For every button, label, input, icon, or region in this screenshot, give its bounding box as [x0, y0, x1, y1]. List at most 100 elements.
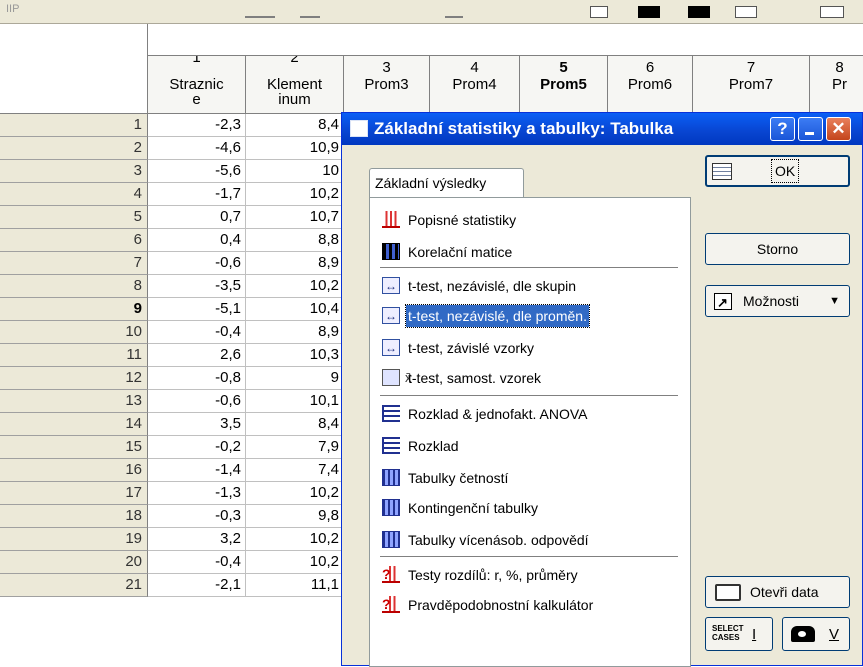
- table-cell[interactable]: 2,6: [148, 344, 246, 367]
- list-item[interactable]: Korelační matice: [380, 237, 678, 267]
- list-item[interactable]: t-test, nezávislé, dle skupin: [380, 271, 678, 301]
- row-header[interactable]: 15: [0, 436, 148, 459]
- row-header[interactable]: 7: [0, 252, 148, 275]
- row-header[interactable]: 19: [0, 528, 148, 551]
- table-cell[interactable]: -5,1: [148, 298, 246, 321]
- table-cell[interactable]: 9: [246, 367, 344, 390]
- row-header[interactable]: 9: [0, 298, 148, 321]
- row-header[interactable]: 14: [0, 413, 148, 436]
- row-header[interactable]: 12: [0, 367, 148, 390]
- dialog-titlebar[interactable]: Základní statistiky a tabulky: Tabulka ?…: [342, 113, 862, 145]
- toolbar-button[interactable]: [688, 6, 710, 18]
- list-item[interactable]: Tabulky četností: [380, 463, 678, 493]
- table-cell[interactable]: -3,5: [148, 275, 246, 298]
- row-header[interactable]: 8: [0, 275, 148, 298]
- table-cell[interactable]: -0,6: [148, 390, 246, 413]
- table-cell[interactable]: 9,8: [246, 505, 344, 528]
- table-cell[interactable]: 10,2: [246, 551, 344, 574]
- row-header[interactable]: 16: [0, 459, 148, 482]
- open-data-button[interactable]: Otevři data: [705, 576, 850, 608]
- close-button[interactable]: ✕: [826, 117, 851, 141]
- column-header[interactable]: 2 Klement inum: [246, 56, 344, 114]
- column-header[interactable]: 5 Prom5: [520, 56, 608, 114]
- tab-basic-results[interactable]: Základní výsledky: [369, 168, 524, 198]
- select-cases-button[interactable]: SELECT CASES I: [705, 617, 773, 651]
- list-item[interactable]: Testy rozdílů: r, %, průměry: [380, 559, 678, 590]
- table-cell[interactable]: 0,7: [148, 206, 246, 229]
- table-cell[interactable]: -1,4: [148, 459, 246, 482]
- table-cell[interactable]: 8,8: [246, 229, 344, 252]
- table-cell[interactable]: 8,9: [246, 321, 344, 344]
- column-header[interactable]: 4 Prom4: [430, 56, 520, 114]
- options-button[interactable]: Možnosti ▼: [705, 285, 850, 318]
- table-cell[interactable]: -0,3: [148, 505, 246, 528]
- toolbar-button[interactable]: [735, 6, 757, 18]
- list-item[interactable]: Rozklad & jednofakt. ANOVA: [380, 399, 678, 429]
- column-header[interactable]: 7 Prom7: [693, 56, 810, 114]
- toolbar-button[interactable]: [300, 16, 320, 18]
- row-header[interactable]: 2: [0, 137, 148, 160]
- table-cell[interactable]: -0,4: [148, 321, 246, 344]
- row-header[interactable]: 11: [0, 344, 148, 367]
- column-header[interactable]: 8 Pr: [810, 56, 863, 114]
- table-cell[interactable]: 7,4: [246, 459, 344, 482]
- table-cell[interactable]: -2,1: [148, 574, 246, 597]
- toolbar-button[interactable]: [245, 16, 275, 18]
- row-header[interactable]: 6: [0, 229, 148, 252]
- column-header[interactable]: 1 Straznic e: [148, 56, 246, 114]
- table-cell[interactable]: 0,4: [148, 229, 246, 252]
- table-cell[interactable]: 10,2: [246, 528, 344, 551]
- row-header[interactable]: 20: [0, 551, 148, 574]
- table-cell[interactable]: 10,2: [246, 482, 344, 505]
- list-item[interactable]: Rozklad: [380, 431, 678, 461]
- list-item[interactable]: Tabulky vícenásob. odpovědí: [380, 525, 678, 555]
- table-cell[interactable]: -0,8: [148, 367, 246, 390]
- list-item[interactable]: t-test, nezávislé, dle proměn.: [380, 301, 678, 331]
- table-cell[interactable]: -4,6: [148, 137, 246, 160]
- table-cell[interactable]: 8,4: [246, 413, 344, 436]
- row-header[interactable]: 4: [0, 183, 148, 206]
- row-header[interactable]: 5: [0, 206, 148, 229]
- table-cell[interactable]: -0,4: [148, 551, 246, 574]
- table-cell[interactable]: 10,2: [246, 183, 344, 206]
- toolbar-button[interactable]: [820, 6, 844, 18]
- table-cell[interactable]: 3,5: [148, 413, 246, 436]
- list-item[interactable]: t-test, závislé vzorky: [380, 333, 678, 363]
- toolbar-button[interactable]: [590, 6, 608, 18]
- row-header[interactable]: 3: [0, 160, 148, 183]
- ok-button[interactable]: OK: [705, 155, 850, 187]
- table-cell[interactable]: 10,2: [246, 275, 344, 298]
- table-cell[interactable]: 10,9: [246, 137, 344, 160]
- table-cell[interactable]: -1,7: [148, 183, 246, 206]
- table-cell[interactable]: 3,2: [148, 528, 246, 551]
- minimize-button[interactable]: [798, 117, 823, 141]
- table-cell[interactable]: 7,9: [246, 436, 344, 459]
- row-header[interactable]: 21: [0, 574, 148, 597]
- table-cell[interactable]: 10,4: [246, 298, 344, 321]
- list-item[interactable]: Popisné statistiky: [380, 205, 678, 235]
- help-button[interactable]: ?: [770, 117, 795, 141]
- weight-button[interactable]: V: [782, 617, 850, 651]
- table-cell[interactable]: 10,7: [246, 206, 344, 229]
- table-cell[interactable]: -5,6: [148, 160, 246, 183]
- toolbar-button[interactable]: [638, 6, 660, 18]
- cancel-button[interactable]: Storno: [705, 233, 850, 265]
- row-header[interactable]: 18: [0, 505, 148, 528]
- table-cell[interactable]: 8,4: [246, 114, 344, 137]
- table-cell[interactable]: -0,6: [148, 252, 246, 275]
- table-cell[interactable]: 10: [246, 160, 344, 183]
- column-header[interactable]: 6 Prom6: [608, 56, 693, 114]
- table-cell[interactable]: -1,3: [148, 482, 246, 505]
- table-cell[interactable]: 10,3: [246, 344, 344, 367]
- row-header[interactable]: 13: [0, 390, 148, 413]
- table-cell[interactable]: -0,2: [148, 436, 246, 459]
- table-cell[interactable]: 10,1: [246, 390, 344, 413]
- list-item[interactable]: Pravděpodobnostní kalkulátor: [380, 589, 678, 620]
- row-header[interactable]: 17: [0, 482, 148, 505]
- sheet-corner[interactable]: [0, 24, 148, 114]
- table-cell[interactable]: 8,9: [246, 252, 344, 275]
- list-item[interactable]: Kontingenční tabulky: [380, 493, 678, 523]
- table-cell[interactable]: 11,1: [246, 574, 344, 597]
- column-header[interactable]: 3 Prom3: [344, 56, 430, 114]
- table-cell[interactable]: -2,3: [148, 114, 246, 137]
